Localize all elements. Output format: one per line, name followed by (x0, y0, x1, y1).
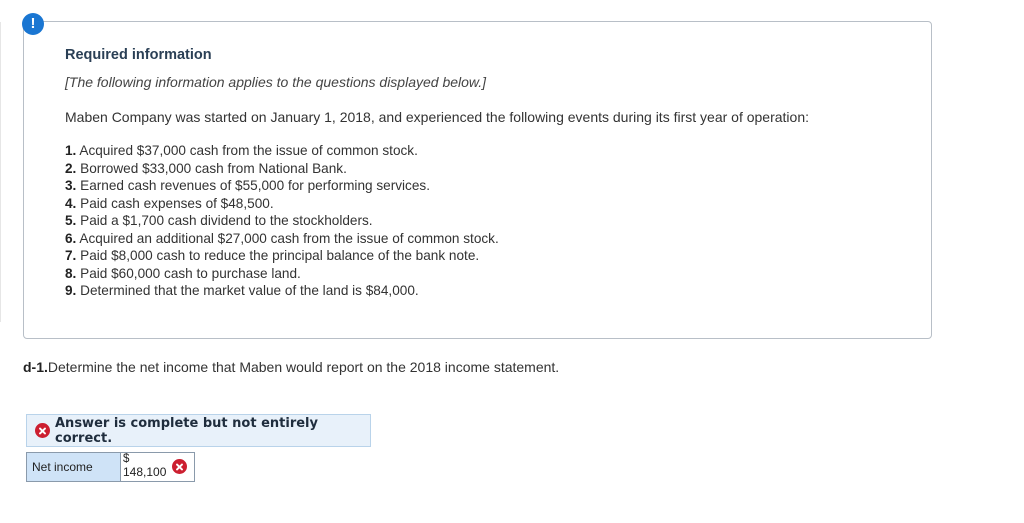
event-number: 3. (65, 178, 77, 193)
question-prompt: d-1.Determine the net income that Maben … (23, 359, 559, 375)
event-number: 6. (65, 230, 77, 246)
event-text: Acquired an additional $27,000 cash from… (79, 230, 499, 246)
list-item: 6. Acquired an additional $27,000 cash f… (65, 230, 499, 248)
event-text: Paid $60,000 cash to purchase land. (80, 265, 301, 281)
list-item: 3. Earned cash revenues of $55,000 for p… (65, 177, 499, 195)
required-information-panel: Required information [The following info… (23, 21, 932, 339)
list-item: 5. Paid a $1,700 cash dividend to the st… (65, 212, 499, 230)
event-number: 1. (65, 143, 77, 158)
event-text: Paid a $1,700 cash dividend to the stock… (80, 213, 373, 228)
incorrect-x-icon (172, 459, 187, 474)
table-row: Net income $ 148,100 (26, 452, 195, 482)
question-number: d-1. (23, 359, 48, 375)
list-item: 9. Determined that the market value of t… (65, 282, 499, 300)
net-income-answer-field[interactable]: $ 148,100 (120, 452, 195, 482)
event-text: Borrowed $33,000 cash from National Bank… (80, 160, 347, 176)
event-text: Paid $8,000 cash to reduce the principal… (80, 248, 480, 263)
question-text: Determine the net income that Maben woul… (47, 359, 560, 375)
event-number: 5. (65, 213, 77, 228)
event-text: Paid cash expenses of $48,500. (80, 195, 274, 211)
alert-icon: ! (22, 13, 44, 35)
event-number: 4. (65, 195, 77, 211)
net-income-label: Net income (26, 452, 121, 482)
currency-symbol: $ (123, 453, 130, 465)
event-text: Earned cash revenues of $55,000 for perf… (80, 178, 430, 193)
net-income-value: 148,100 (123, 465, 167, 479)
x-circle-icon (35, 423, 50, 438)
answer-table: Net income $ 148,100 (26, 452, 195, 482)
list-item: 8. Paid $60,000 cash to purchase land. (65, 265, 499, 283)
list-item: 2. Borrowed $33,000 cash from National B… (65, 160, 499, 178)
info-title: Required information (65, 47, 212, 63)
info-intro: Maben Company was started on January 1, … (65, 109, 809, 125)
event-text: Acquired $37,000 cash from the issue of … (79, 143, 418, 158)
list-item: 1. Acquired $37,000 cash from the issue … (65, 142, 499, 160)
status-text: Answer is complete but not entirely corr… (55, 415, 318, 446)
list-item: 7. Paid $8,000 cash to reduce the princi… (65, 247, 499, 265)
list-item: 4. Paid cash expenses of $48,500. (65, 195, 499, 213)
info-note: [The following information applies to th… (65, 74, 487, 90)
event-number: 9. (65, 283, 77, 298)
event-number: 2. (65, 160, 77, 176)
event-number: 7. (65, 248, 77, 263)
events-list: 1. Acquired $37,000 cash from the issue … (65, 142, 499, 300)
event-number: 8. (65, 265, 77, 281)
answer-status-banner: Answer is complete but not entirely corr… (26, 414, 371, 447)
event-text: Determined that the market value of the … (80, 283, 419, 298)
left-edge-divider (0, 22, 1, 322)
